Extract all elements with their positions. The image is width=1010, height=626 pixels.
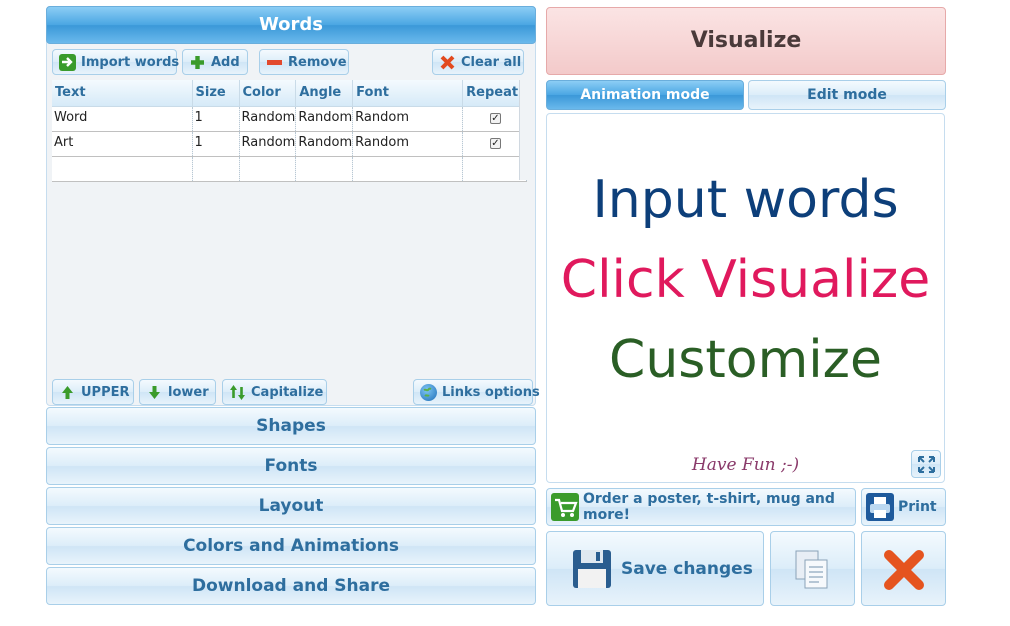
upper-label: UPPER — [81, 384, 130, 400]
table-header-row: Text Size Color Angle Font Repeat? — [52, 80, 527, 107]
shapes-label: Shapes — [256, 416, 326, 436]
canvas-have-fun: Have Fun ;-) — [691, 455, 800, 475]
table-scrollbar[interactable] — [519, 80, 531, 180]
colors-animations-label: Colors and Animations — [183, 536, 399, 556]
arrow-up-icon — [59, 384, 76, 401]
clear-x-icon — [439, 54, 456, 71]
links-options-label: Links options — [442, 384, 540, 400]
cell-repeat: ✓ — [462, 131, 527, 157]
cell-size[interactable]: 1 — [192, 106, 240, 132]
layout-label: Layout — [258, 496, 324, 516]
save-changes-button[interactable]: Save changes — [546, 531, 764, 606]
table-row[interactable]: Art 1 Random Random Random ✓ — [52, 131, 527, 157]
cell-angle[interactable]: Random — [295, 106, 354, 132]
order-label: Order a poster, t-shirt, mug and more! — [583, 491, 835, 523]
delete-button[interactable] — [861, 531, 946, 606]
words-title: Words — [258, 14, 324, 35]
cell-text[interactable]: Art — [52, 131, 193, 157]
tab-animation-label: Animation mode — [580, 87, 710, 103]
remove-button[interactable]: Remove — [259, 49, 349, 75]
visualize-label: Visualize — [690, 28, 802, 53]
canvas-line-input-words: Input words — [592, 170, 899, 230]
colors-animations-section[interactable]: Colors and Animations — [46, 527, 536, 565]
add-label: Add — [211, 54, 240, 70]
layout-section[interactable]: Layout — [46, 487, 536, 525]
copy-button[interactable] — [770, 531, 855, 606]
cell-font[interactable]: Random — [352, 106, 464, 132]
column-header-angle[interactable]: Angle — [295, 80, 354, 107]
tab-edit-mode[interactable]: Edit mode — [748, 80, 946, 110]
tab-edit-label: Edit mode — [807, 87, 887, 103]
column-header-color[interactable]: Color — [239, 80, 297, 107]
copy-icon — [793, 548, 833, 596]
shapes-section[interactable]: Shapes — [46, 407, 536, 445]
links-options-button[interactable]: Links options — [413, 379, 540, 405]
globe-icon — [420, 383, 437, 401]
print-button[interactable]: Print — [861, 488, 946, 526]
lower-button[interactable]: lower — [139, 379, 216, 405]
fullscreen-button[interactable] — [911, 450, 941, 478]
remove-label: Remove — [288, 54, 347, 70]
download-share-section[interactable]: Download and Share — [46, 567, 536, 605]
canvas-line-click-visualize: Click Visualize — [560, 250, 931, 310]
canvas-line-customize: Customize — [609, 330, 882, 390]
clear-all-label: Clear all — [461, 54, 522, 70]
cell-text[interactable]: Word — [52, 106, 193, 132]
cell-font[interactable]: Random — [352, 131, 464, 157]
visualize-button[interactable]: Visualize — [546, 7, 946, 75]
order-button[interactable]: Order a poster, t-shirt, mug and more! — [546, 488, 856, 526]
add-button[interactable]: Add — [182, 49, 248, 75]
shopping-cart-icon — [551, 493, 579, 521]
capitalize-button[interactable]: Capitalize — [222, 379, 327, 405]
fonts-label: Fonts — [264, 456, 318, 476]
arrow-down-icon — [146, 384, 163, 401]
minus-icon — [266, 54, 283, 71]
cell-color[interactable]: Random — [239, 106, 297, 132]
download-share-label: Download and Share — [191, 576, 391, 596]
words-table: Text Size Color Angle Font Repeat? Word … — [52, 80, 527, 182]
column-header-font[interactable]: Font — [352, 80, 464, 107]
cell-repeat: ✓ — [462, 106, 527, 132]
capitalize-label: Capitalize — [251, 384, 324, 400]
repeat-checkbox[interactable]: ✓ — [489, 137, 501, 149]
cell-size[interactable]: 1 — [192, 131, 240, 157]
lower-label: lower — [168, 384, 209, 400]
fonts-section[interactable]: Fonts — [46, 447, 536, 485]
upper-button[interactable]: UPPER — [52, 379, 134, 405]
import-icon — [59, 53, 76, 71]
column-header-repeat[interactable]: Repeat? — [462, 80, 527, 107]
floppy-disk-icon — [571, 548, 613, 590]
up-down-arrows-icon — [229, 384, 246, 401]
repeat-checkbox[interactable]: ✓ — [489, 112, 501, 124]
delete-x-icon — [883, 549, 925, 595]
cell-angle[interactable]: Random — [295, 131, 354, 157]
column-header-size[interactable]: Size — [192, 80, 240, 107]
table-row[interactable]: Word 1 Random Random Random ✓ — [52, 106, 527, 132]
column-header-text[interactable]: Text — [52, 80, 193, 107]
printer-icon — [866, 493, 894, 521]
import-words-button[interactable]: Import words — [52, 49, 180, 75]
tab-animation-mode[interactable]: Animation mode — [546, 80, 744, 110]
cell-color[interactable]: Random — [239, 131, 297, 157]
import-words-label: Import words — [81, 54, 180, 70]
words-header[interactable]: Words — [46, 6, 536, 44]
plus-icon — [189, 54, 206, 71]
clear-all-button[interactable]: Clear all — [432, 49, 524, 75]
table-row-empty[interactable] — [52, 156, 527, 182]
print-label: Print — [898, 499, 937, 515]
save-changes-label: Save changes — [621, 558, 753, 579]
fullscreen-icon — [918, 456, 935, 477]
